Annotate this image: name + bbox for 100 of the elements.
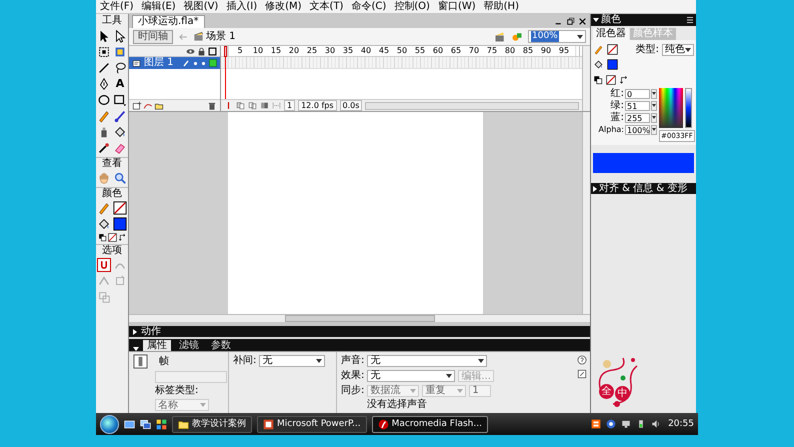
oval-icon[interactable] xyxy=(97,93,111,107)
fill-swatch[interactable] xyxy=(113,217,127,231)
playhead[interactable] xyxy=(224,46,227,57)
pen-icon[interactable] xyxy=(97,77,111,91)
menu-item[interactable]: 视图(V) xyxy=(180,0,222,12)
default-colors-icon[interactable] xyxy=(98,233,106,242)
channel-field[interactable]: 51 xyxy=(625,100,650,110)
sound-select[interactable]: 无 xyxy=(367,354,488,366)
panel-header[interactable]: 颜色 xyxy=(591,14,696,26)
outline-icon[interactable] xyxy=(208,46,217,56)
color-spectrum[interactable] xyxy=(659,88,683,128)
restore-icon[interactable] xyxy=(566,16,575,26)
taskbar-button[interactable]: Macromedia Flash... xyxy=(372,416,488,432)
vertical-scrollbar[interactable] xyxy=(582,112,590,314)
lock-icon[interactable] xyxy=(197,46,206,56)
collapse-arrow-icon[interactable] xyxy=(593,18,599,22)
paint-bucket-icon[interactable] xyxy=(97,217,111,231)
menu-item[interactable]: 文本(T) xyxy=(306,0,348,12)
effect-select[interactable]: 无 xyxy=(367,370,456,382)
eyedropper-icon[interactable] xyxy=(97,141,111,155)
timeline-button[interactable]: 时间轴 xyxy=(133,30,173,44)
start-button[interactable] xyxy=(100,414,119,434)
eraser-icon[interactable] xyxy=(113,141,127,155)
panel-tab[interactable]: 属性 xyxy=(143,340,171,351)
menu-item[interactable]: 控制(O) xyxy=(390,0,434,12)
trash-icon[interactable] xyxy=(207,100,217,110)
swap-colors-icon[interactable] xyxy=(619,74,629,84)
menu-item[interactable]: 窗口(W) xyxy=(434,0,480,12)
taskbar-button[interactable]: 教学设计案例 xyxy=(172,416,252,432)
panel-header[interactable]: 动作 xyxy=(129,326,590,337)
no-color-swatch[interactable] xyxy=(113,201,127,215)
document-tab[interactable]: 小球运动.fla* xyxy=(132,15,205,28)
magnifier-icon[interactable] xyxy=(113,171,127,185)
lasso-icon[interactable] xyxy=(113,61,127,75)
pencil-icon[interactable] xyxy=(97,201,111,215)
panel-header[interactable]: 对齐 & 信息 & 变形 xyxy=(591,183,696,194)
line-icon[interactable] xyxy=(97,61,111,75)
expand-arrow-icon[interactable] xyxy=(133,328,137,334)
menu-item[interactable]: 文件(F) xyxy=(96,0,138,12)
text-tool[interactable]: A xyxy=(113,77,127,91)
magnet-icon[interactable] xyxy=(97,258,111,272)
onion-skin-icon[interactable] xyxy=(236,101,245,110)
subselect-arrow-icon[interactable] xyxy=(113,29,127,43)
clock[interactable]: 20:55 xyxy=(668,418,694,430)
type-select[interactable]: 纯色 xyxy=(662,44,694,56)
window-switch-icon[interactable] xyxy=(140,418,151,430)
pencil-icon[interactable] xyxy=(593,44,604,55)
fill-swatch[interactable] xyxy=(607,59,618,70)
channel-field[interactable]: 100% xyxy=(625,124,650,134)
panel-menu-icon[interactable] xyxy=(686,16,694,24)
ime-toggle[interactable]: 全 xyxy=(599,384,614,399)
dot-icon[interactable] xyxy=(201,60,206,66)
rectangle-icon[interactable] xyxy=(113,93,127,107)
panel-tab[interactable]: 混色器 xyxy=(593,28,629,40)
onion-markers-icon[interactable] xyxy=(272,101,281,110)
dot-icon[interactable] xyxy=(193,60,198,66)
ime-toggle[interactable]: 中 xyxy=(615,386,630,401)
add-layer-icon[interactable] xyxy=(132,100,142,110)
edit-symbol-icon[interactable] xyxy=(511,30,523,42)
no-color-swatch[interactable] xyxy=(607,44,618,55)
taskbar-button[interactable]: Microsoft PowerP... xyxy=(257,416,367,432)
horizontal-scrollbar[interactable] xyxy=(365,102,579,110)
transform-icon[interactable] xyxy=(97,45,111,59)
gradient-transform-icon[interactable] xyxy=(113,45,127,59)
close-icon[interactable] xyxy=(578,16,587,26)
paint-bucket-icon[interactable] xyxy=(113,125,127,139)
paint-bucket-icon[interactable] xyxy=(593,59,604,70)
speaker-icon[interactable] xyxy=(651,419,662,429)
brightness-bar[interactable] xyxy=(685,88,692,128)
grid-icon[interactable] xyxy=(156,418,167,430)
input-method-icon[interactable] xyxy=(591,419,602,429)
menu-item[interactable]: 修改(M) xyxy=(261,0,306,12)
desktop-icon[interactable] xyxy=(124,418,135,430)
panel-tab[interactable]: 参数 xyxy=(207,340,235,351)
menu-item[interactable]: 命令(C) xyxy=(347,0,390,12)
onion-outline-icon[interactable] xyxy=(248,101,257,110)
network-icon[interactable] xyxy=(621,419,632,429)
scroll-thumb[interactable] xyxy=(284,315,434,322)
panel-tab[interactable]: 滤镜 xyxy=(175,340,203,351)
edit-frames-icon[interactable] xyxy=(260,101,269,110)
panel-header[interactable]: 属性 滤镜 参数 xyxy=(129,339,590,351)
no-color-icon[interactable] xyxy=(108,233,116,242)
brush-icon[interactable] xyxy=(113,109,127,123)
vertical-scrollbar[interactable] xyxy=(582,46,590,111)
layer-row[interactable]: 图层 1 xyxy=(129,57,220,69)
edit-scene-icon[interactable] xyxy=(494,30,506,42)
channel-field[interactable]: 255 xyxy=(625,112,650,122)
no-color-icon[interactable] xyxy=(606,74,616,84)
eye-icon[interactable] xyxy=(186,46,195,56)
menu-item[interactable]: 编辑(E) xyxy=(138,0,180,12)
channel-field[interactable]: 0 xyxy=(625,88,650,98)
expand-icon[interactable] xyxy=(577,369,587,379)
zoom-select[interactable]: 100% xyxy=(528,30,586,43)
default-colors-icon[interactable] xyxy=(593,74,603,84)
pencil-icon[interactable] xyxy=(97,109,111,123)
menu-item[interactable]: 帮助(H) xyxy=(480,0,523,12)
menu-item[interactable]: 插入(I) xyxy=(222,0,262,12)
swap-colors-icon[interactable] xyxy=(118,233,126,242)
expand-arrow-icon[interactable] xyxy=(593,186,597,192)
outline-square-icon[interactable] xyxy=(209,59,217,67)
